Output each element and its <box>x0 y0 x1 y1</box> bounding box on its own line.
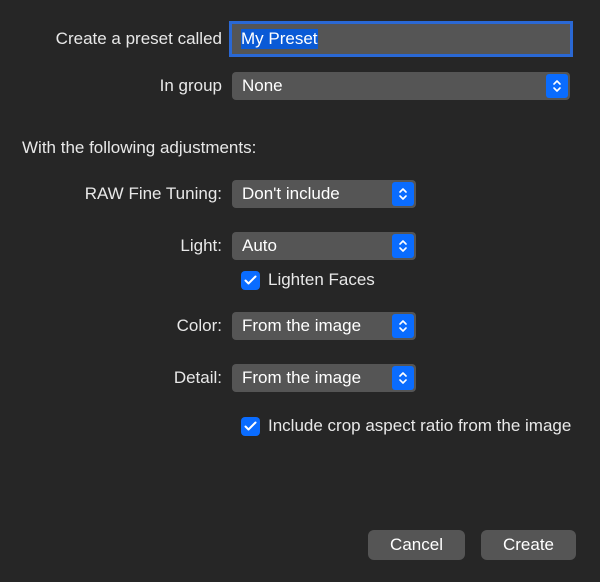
light-select[interactable]: Auto <box>232 232 416 260</box>
raw-fine-tuning-label: RAW Fine Tuning: <box>22 184 232 204</box>
raw-fine-tuning-value: Don't include <box>242 184 340 204</box>
preset-name-field[interactable] <box>232 24 570 54</box>
color-value: From the image <box>242 316 361 336</box>
color-select[interactable]: From the image <box>232 312 416 340</box>
lighten-faces-checkbox[interactable] <box>241 271 260 290</box>
include-crop-checkbox[interactable] <box>241 417 260 436</box>
chevron-up-down-icon <box>392 234 414 258</box>
chevron-up-down-icon <box>546 74 568 98</box>
detail-label: Detail: <box>22 368 232 388</box>
group-select[interactable]: None <box>232 72 570 100</box>
color-label: Color: <box>22 316 232 336</box>
chevron-up-down-icon <box>392 182 414 206</box>
raw-fine-tuning-select[interactable]: Don't include <box>232 180 416 208</box>
include-crop-label: Include crop aspect ratio from the image <box>268 416 571 436</box>
create-button[interactable]: Create <box>481 530 576 560</box>
cancel-button[interactable]: Cancel <box>368 530 465 560</box>
checkmark-icon <box>244 275 257 286</box>
chevron-up-down-icon <box>392 314 414 338</box>
preset-name-label: Create a preset called <box>22 29 232 49</box>
group-select-value: None <box>242 76 283 96</box>
group-label: In group <box>22 76 232 96</box>
light-label: Light: <box>22 236 232 256</box>
checkmark-icon <box>244 421 257 432</box>
light-value: Auto <box>242 236 277 256</box>
adjustments-heading: With the following adjustments: <box>22 138 578 158</box>
detail-value: From the image <box>242 368 361 388</box>
lighten-faces-label: Lighten Faces <box>268 270 375 290</box>
chevron-up-down-icon <box>392 366 414 390</box>
detail-select[interactable]: From the image <box>232 364 416 392</box>
